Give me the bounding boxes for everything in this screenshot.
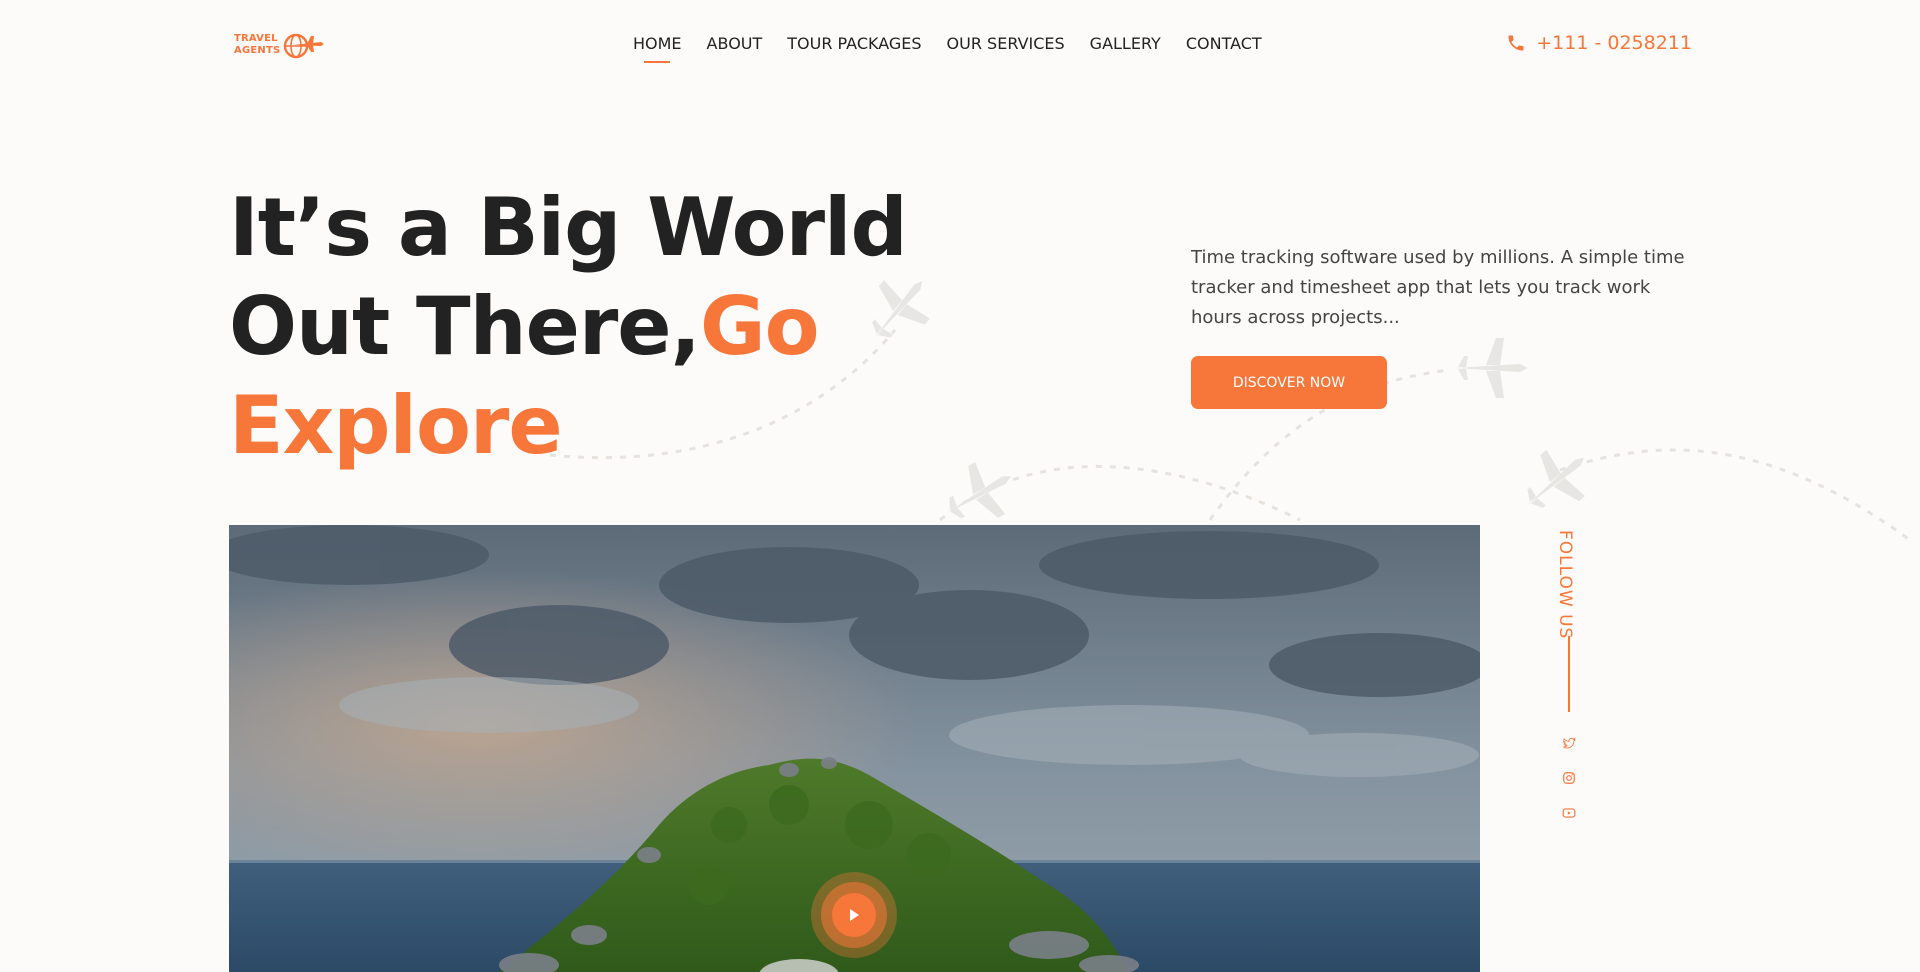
nav-item-about[interactable]: ABOUT [707,34,763,53]
logo-line-2: AGENTS [234,45,281,56]
hero-title-accent-go: Go [699,280,820,373]
nav-item-tour-packages[interactable]: TOUR PACKAGES [787,34,921,53]
follow-divider [1568,636,1570,712]
play-button-ring [821,882,887,948]
play-video-button[interactable] [811,872,897,958]
globe-plane-icon [283,33,324,59]
twitter-icon[interactable] [1562,735,1576,749]
nav-item-gallery[interactable]: GALLERY [1090,34,1161,53]
nav-item-our-services[interactable]: OUR SERVICES [947,34,1065,53]
main-nav: HOME ABOUT TOUR PACKAGES OUR SERVICES GA… [633,34,1287,53]
phone-contact[interactable]: +111 - 0258211 [1506,32,1692,54]
hero-title: It’s a Big World Out There,Go Explore [229,178,989,475]
play-icon [850,909,859,921]
page: TRAVEL AGENTS HOME ABOUT TOUR PACKAGES O… [0,0,1920,972]
logo-text: TRAVEL AGENTS [234,33,280,57]
nav-item-contact[interactable]: CONTACT [1186,34,1262,53]
youtube-icon[interactable] [1562,805,1576,819]
instagram-icon[interactable] [1562,770,1576,784]
hero-title-line-2: Out There, [229,280,701,373]
hero-title-accent-explore: Explore [229,379,563,472]
phone-number: +111 - 0258211 [1536,32,1692,54]
phone-icon [1508,35,1524,51]
nav-item-home[interactable]: HOME [633,34,682,53]
plane-icon [1454,338,1528,398]
logo-line-1: TRAVEL [234,33,278,44]
play-button-core [832,893,876,937]
logo[interactable]: TRAVEL AGENTS [234,30,326,62]
discover-now-button[interactable]: DISCOVER NOW [1191,356,1387,409]
hero-description: Time tracking software used by millions.… [1191,247,1685,328]
follow-us-label: FOLLOW US [1555,530,1575,640]
plane-icon [1527,450,1586,508]
hero-title-line-1: It’s a Big World [229,181,908,274]
